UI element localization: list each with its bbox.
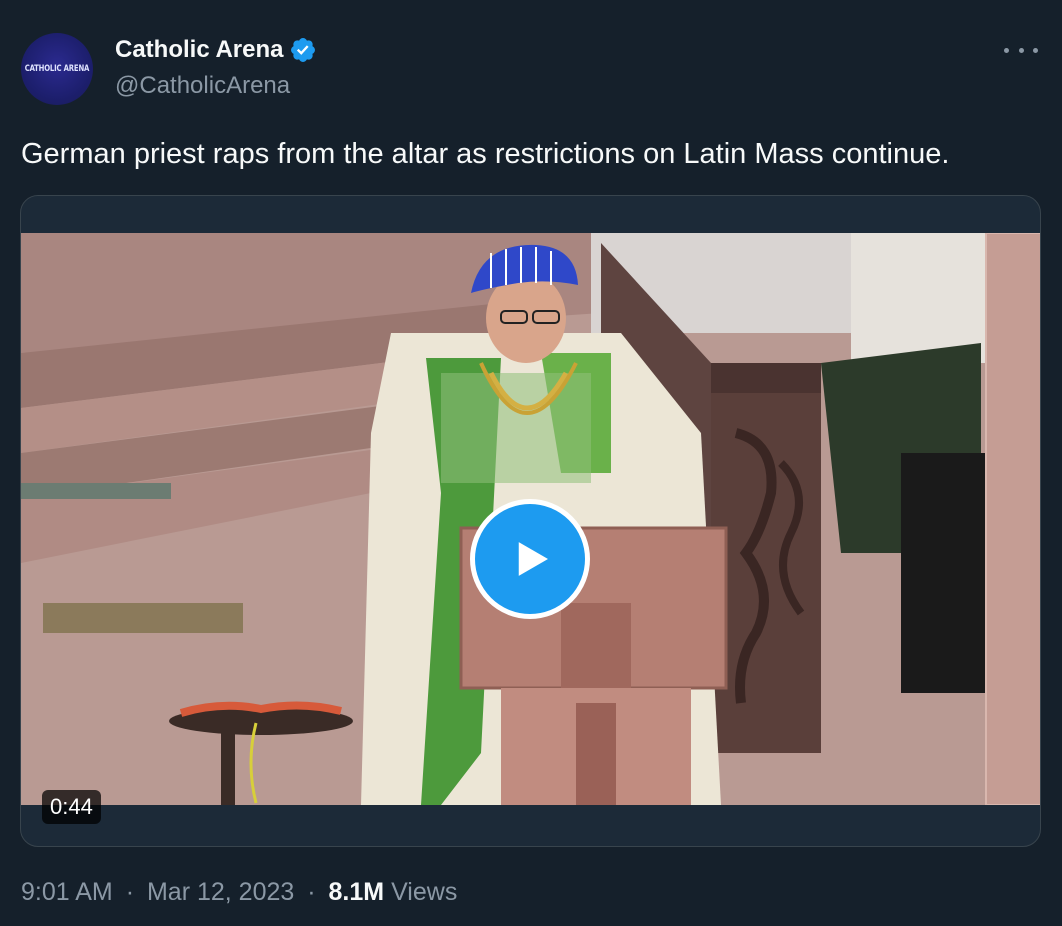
more-dot-icon — [1004, 47, 1009, 53]
video-frame[interactable] — [21, 233, 1040, 805]
views-count[interactable]: 8.1M — [329, 878, 385, 906]
tweet-text: German priest raps from the altar as res… — [21, 138, 950, 170]
video-duration-badge: 0:44 — [42, 790, 101, 824]
play-icon — [518, 542, 548, 576]
play-button[interactable] — [470, 499, 590, 619]
author-display-name[interactable]: Catholic Arena — [115, 36, 283, 64]
author-handle[interactable]: @CatholicArena — [115, 72, 290, 100]
more-options-button[interactable] — [1004, 38, 1038, 62]
separator: · — [125, 878, 135, 906]
more-dot-icon — [1033, 47, 1038, 53]
tweet-time[interactable]: 9:01 AM — [21, 878, 113, 906]
tweet-date[interactable]: Mar 12, 2023 — [147, 878, 294, 906]
avatar-text: CATHOLIC ARENA — [24, 64, 90, 74]
avatar[interactable]: CATHOLIC ARENA — [21, 33, 93, 105]
author-name-row: Catholic Arena — [115, 34, 317, 66]
views-label: Views — [391, 878, 458, 906]
tweet-meta: 9:01 AM · Mar 12, 2023 · 8.1M Views — [21, 878, 457, 907]
more-dot-icon — [1018, 47, 1024, 53]
separator: · — [307, 878, 316, 906]
verified-badge-icon — [291, 38, 316, 62]
video-player[interactable]: 0:44 — [20, 195, 1041, 847]
